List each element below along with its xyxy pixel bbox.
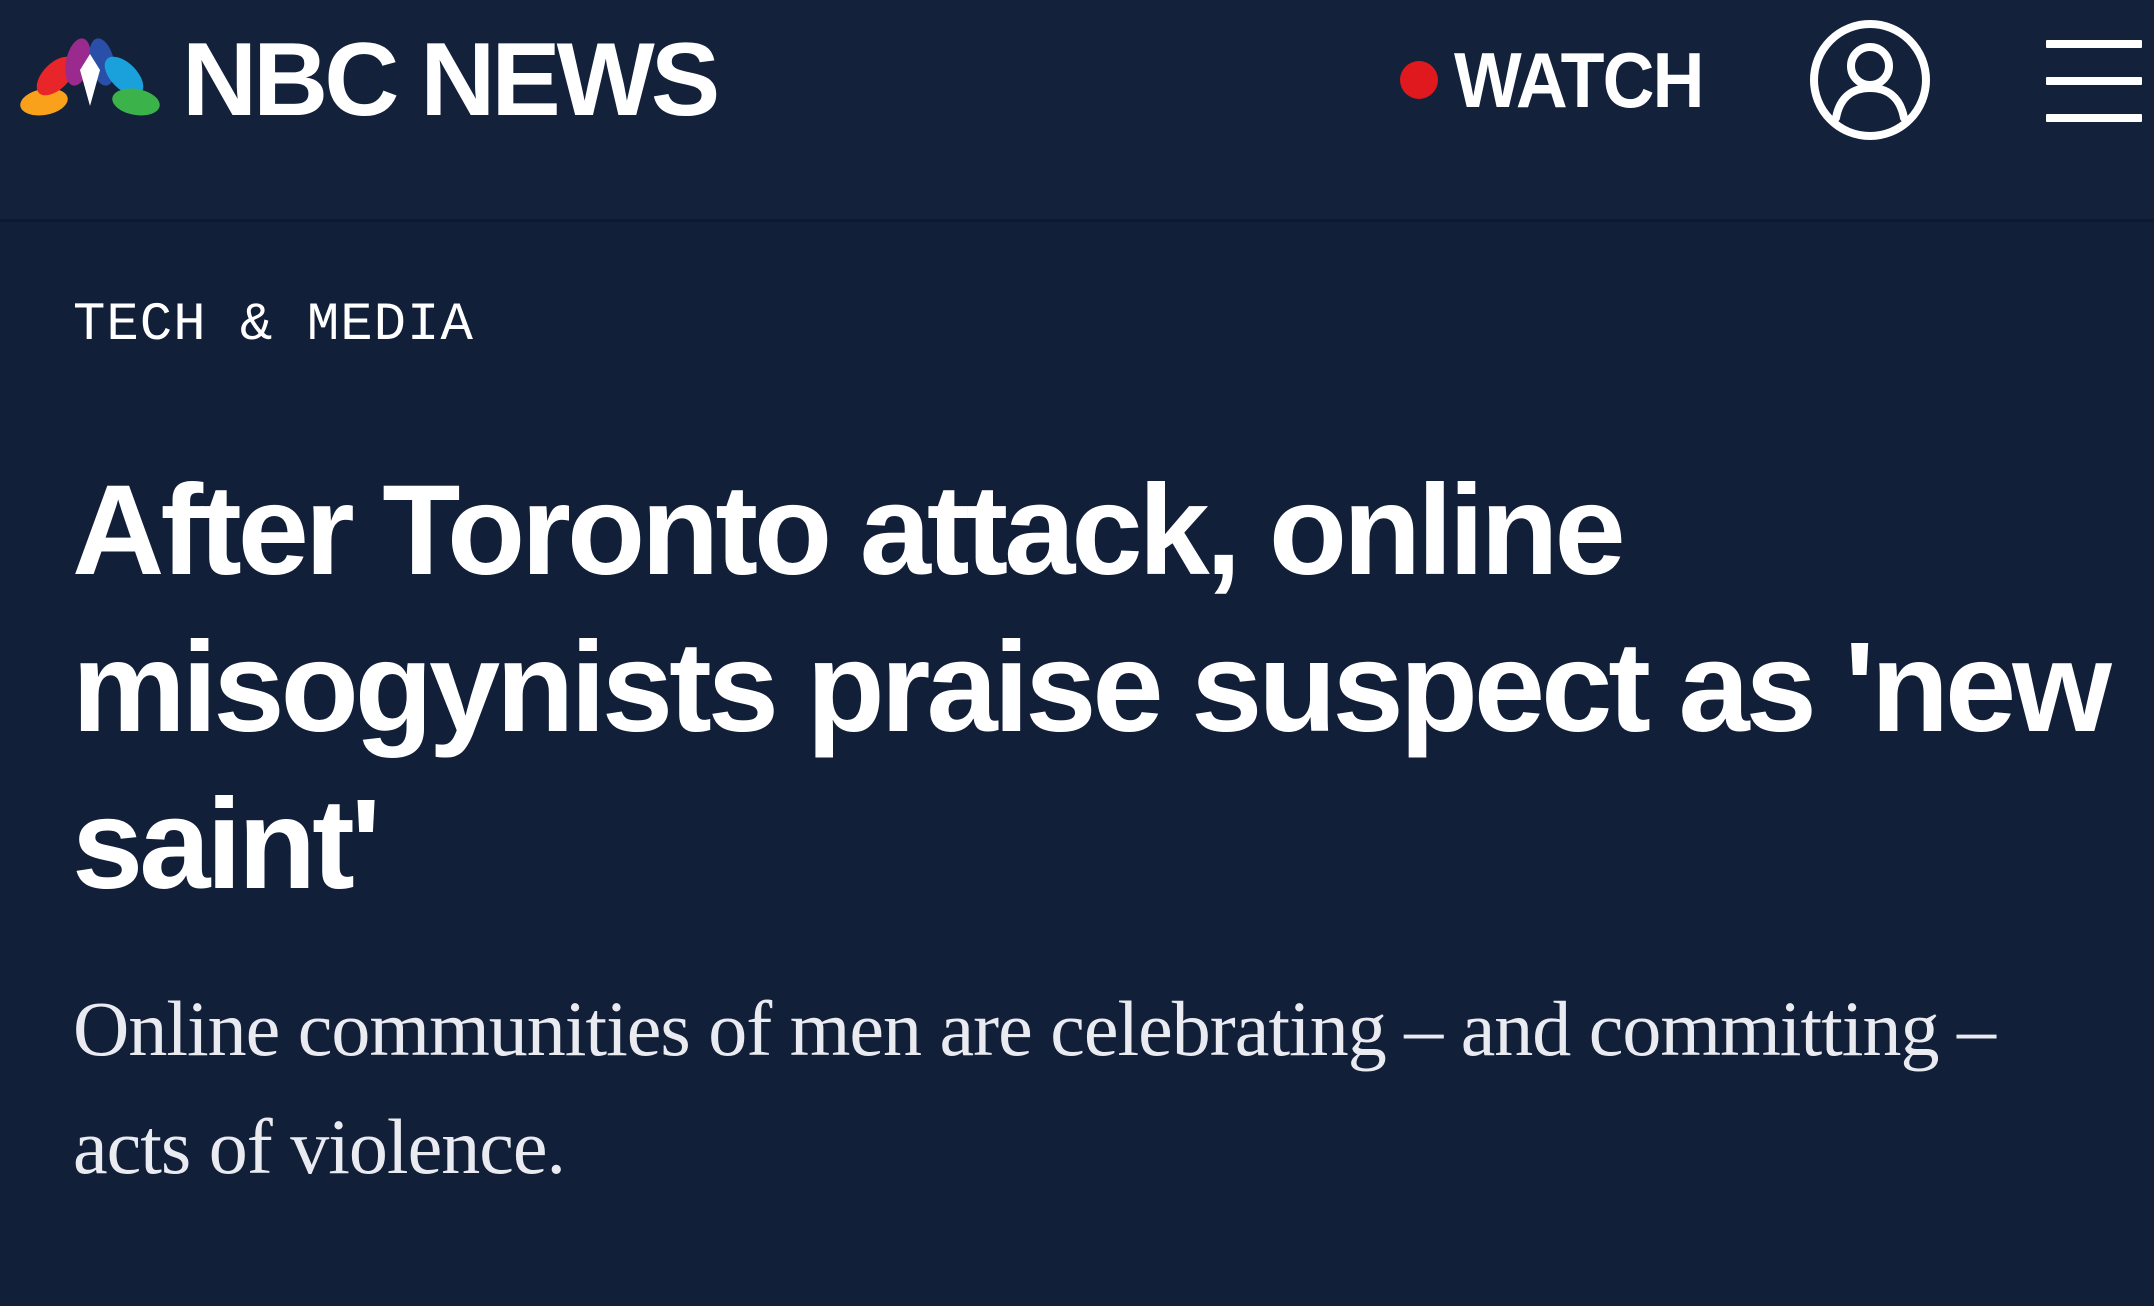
nbc-news-logo[interactable]: NBC NEWS [20, 22, 720, 138]
brand-name: NBC NEWS [182, 22, 720, 138]
hamburger-menu-icon-bar [2046, 77, 2142, 85]
nbc-peacock-icon [20, 38, 160, 116]
article-headline: After Toronto attack, online misogynists… [72, 459, 2112, 916]
article-category-link[interactable]: TECH & MEDIA [73, 296, 474, 356]
account-button[interactable] [1808, 18, 1932, 142]
article-dek: Online communities of men are celebratin… [73, 985, 1996, 1190]
menu-button[interactable] [2046, 38, 2142, 124]
hamburger-menu-icon [2046, 40, 2142, 48]
site-header: NBC NEWS WATCH [0, 0, 2154, 222]
hamburger-menu-icon-bar [2046, 114, 2142, 122]
user-circle-icon [1810, 20, 1930, 140]
live-dot-icon [1400, 61, 1438, 99]
watch-label: WATCH [1454, 36, 1704, 124]
watch-live-link[interactable]: WATCH [1400, 40, 1724, 120]
